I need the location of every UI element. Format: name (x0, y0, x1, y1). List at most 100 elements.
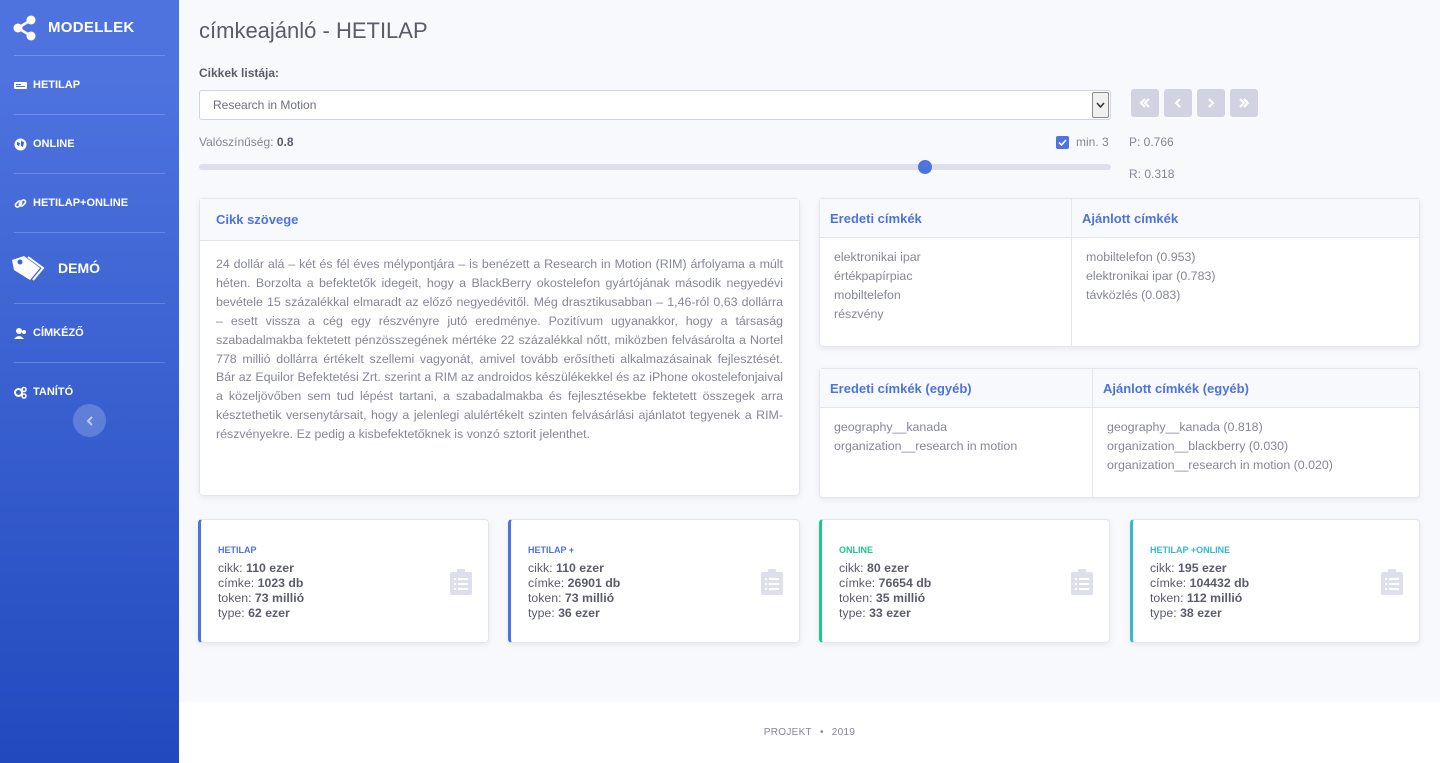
min-3-checkbox[interactable]: min. 3 (1056, 135, 1109, 149)
sidebar-item-label: HETILAP (33, 79, 81, 91)
footer-dot: • (819, 727, 824, 738)
list-item: organization__blackberry (0.030) (1107, 439, 1289, 453)
page-title: címkeajánló - HETILAP (199, 18, 428, 43)
stat-card-hetilap-online: HETILAP +ONLINE cikk: 195 ezer címke: 10… (1130, 519, 1420, 643)
stat-row-cikk: cikk: 80 ezer (839, 561, 909, 575)
clipboard-list-icon (450, 569, 472, 595)
list-item: organization__research in motion (834, 439, 1018, 453)
probability-text: Valószínűség: (199, 135, 274, 149)
stat-title: ONLINE (839, 545, 874, 555)
globe-icon (14, 138, 27, 150)
probability-label: Valószínűség: 0.8 (199, 135, 294, 149)
cogs-icon (14, 386, 27, 399)
stat-title: HETILAP + (528, 545, 575, 555)
recommended-other-tags-header: Ajánlott címkék (egyéb) (1093, 369, 1419, 408)
main-content: címkeajánló - HETILAP Cikkek listája: Re… (179, 0, 1440, 763)
list-item: távközlés (0.083) (1086, 288, 1181, 302)
footer-text: PROJEKT (763, 727, 812, 738)
chevron-left-icon (86, 415, 93, 426)
newspaper-icon (14, 81, 27, 89)
sidebar-item-cimkezo[interactable]: CÍMKÉZŐ (0, 304, 179, 362)
stat-row-cikk: cikk: 110 ezer (218, 561, 294, 575)
article-select-value: Research in Motion (213, 98, 317, 112)
article-card-header: Cikk szövege (200, 199, 799, 241)
stat-title: HETILAP +ONLINE (1150, 545, 1231, 555)
clipboard-list-icon (761, 569, 783, 595)
article-card: Cikk szövege 24 dollár alá – két és fél … (199, 198, 800, 496)
stat-row-cimke: címke: 104432 db (1150, 576, 1250, 590)
next-button[interactable] (1197, 89, 1225, 117)
stat-row-cikk: cikk: 195 ezer (1150, 561, 1227, 575)
sidebar-toggle-button[interactable] (73, 404, 106, 437)
stat-row-cikk: cikk: 110 ezer (528, 561, 604, 575)
probability-slider-thumb[interactable] (918, 160, 932, 174)
sidebar-item-label: HETILAP+ONLINE (33, 197, 129, 209)
clipboard-list-icon (1381, 569, 1403, 595)
stat-row-token: token: 73 millió (218, 591, 305, 605)
stat-card-hetilap-plus: HETILAP + cikk: 110 ezer címke: 26901 db… (508, 519, 800, 643)
link-icon (14, 198, 27, 208)
stat-card-hetilap: HETILAP cikk: 110 ezer címke: 1023 db to… (198, 519, 489, 643)
probability-slider[interactable] (199, 164, 1111, 170)
users-icon (14, 327, 26, 339)
stat-row-token: token: 35 millió (839, 591, 926, 605)
chevron-left-icon (1174, 98, 1181, 108)
prev-button[interactable] (1164, 89, 1192, 117)
clipboard-list-icon (1071, 569, 1093, 595)
recall-value: R: 0.318 (1129, 167, 1175, 181)
last-button[interactable] (1230, 89, 1258, 117)
recommended-tags-header: Ajánlott címkék (1072, 199, 1419, 238)
article-select[interactable]: Research in Motion (199, 90, 1111, 120)
article-text: 24 dollár alá – két és fél éves mélypont… (216, 257, 783, 442)
list-item: mobiltelefon (0.953) (1086, 250, 1196, 264)
recommended-other-tags-column: Ajánlott címkék (egyéb) geography__kanad… (1092, 369, 1419, 497)
stat-row-cimke: címke: 26901 db (528, 576, 621, 590)
sidebar-item-online[interactable]: ONLINE (0, 115, 179, 173)
list-item: elektronikai ipar (0.783) (1086, 269, 1216, 283)
stat-row-token: token: 73 millió (528, 591, 615, 605)
checkbox-checked-icon[interactable] (1056, 135, 1069, 149)
footer: PROJEKT • 2019 (179, 702, 1440, 763)
sidebar-item-label: CÍMKÉZŐ (33, 327, 84, 339)
first-button[interactable] (1131, 89, 1159, 117)
stat-row-cimke: címke: 1023 db (218, 576, 304, 590)
stat-card-online: ONLINE cikk: 80 ezer címke: 76654 db tok… (819, 519, 1110, 643)
recommended-tags-list: mobiltelefon (0.953) elektronikai ipar (… (1072, 238, 1419, 315)
sidebar-item-hetilap[interactable]: HETILAP (0, 56, 179, 114)
stat-row-token: token: 112 millió (1150, 591, 1243, 605)
original-other-tags-list: geography__kanada organization__research… (820, 408, 1092, 466)
sidebar: MODELLEK HETILAP ONLINE HETILAP+ONLINE D… (0, 0, 179, 763)
stat-row-type: type: 33 ezer (839, 606, 911, 620)
probability-value: 0.8 (276, 135, 294, 149)
stat-row-type: type: 38 ezer (1150, 606, 1222, 620)
stat-title: HETILAP (218, 545, 257, 555)
recommended-tags-column: Ajánlott címkék mobiltelefon (0.953) ele… (1071, 199, 1419, 346)
double-chevron-right-icon (1239, 98, 1250, 108)
sidebar-brand[interactable]: MODELLEK (0, 0, 179, 55)
stat-row-type: type: 36 ezer (528, 606, 600, 620)
article-nav-buttons (1131, 89, 1258, 117)
original-tags-list: elektronikai ipar értékpapírpiac mobilte… (820, 238, 1071, 334)
original-other-tags-header: Eredeti címkék (egyéb) (820, 369, 1092, 408)
precision-value: P: 0.766 (1129, 135, 1174, 149)
other-tags-card: Eredeti címkék (egyéb) geography__kanada… (819, 368, 1420, 498)
original-tags-column: Eredeti címkék elektronikai ipar értékpa… (820, 199, 1071, 346)
article-list-label: Cikkek listája: (199, 66, 280, 80)
list-item: értékpapírpiac (834, 269, 913, 283)
stat-row-cimke: címke: 76654 db (839, 576, 932, 590)
sidebar-item-demo[interactable]: DEMÓ (0, 233, 179, 303)
tags-card: Eredeti címkék elektronikai ipar értékpa… (819, 198, 1420, 347)
list-item: részvény (834, 307, 884, 321)
sidebar-item-hetilap-online[interactable]: HETILAP+ONLINE (0, 174, 179, 232)
list-item: mobiltelefon (834, 288, 901, 302)
original-tags-header: Eredeti címkék (820, 199, 1071, 238)
recommended-other-tags-list: geography__kanada (0.818) organization__… (1093, 408, 1419, 485)
share-nodes-icon (13, 15, 36, 40)
tags-icon (12, 256, 45, 281)
list-item: geography__kanada (834, 420, 947, 434)
chevron-down-icon (1092, 92, 1109, 118)
sidebar-item-label: ONLINE (33, 138, 75, 150)
chevron-right-icon (1208, 98, 1215, 108)
original-other-tags-column: Eredeti címkék (egyéb) geography__kanada… (820, 369, 1092, 497)
min-3-label: min. 3 (1076, 135, 1109, 149)
